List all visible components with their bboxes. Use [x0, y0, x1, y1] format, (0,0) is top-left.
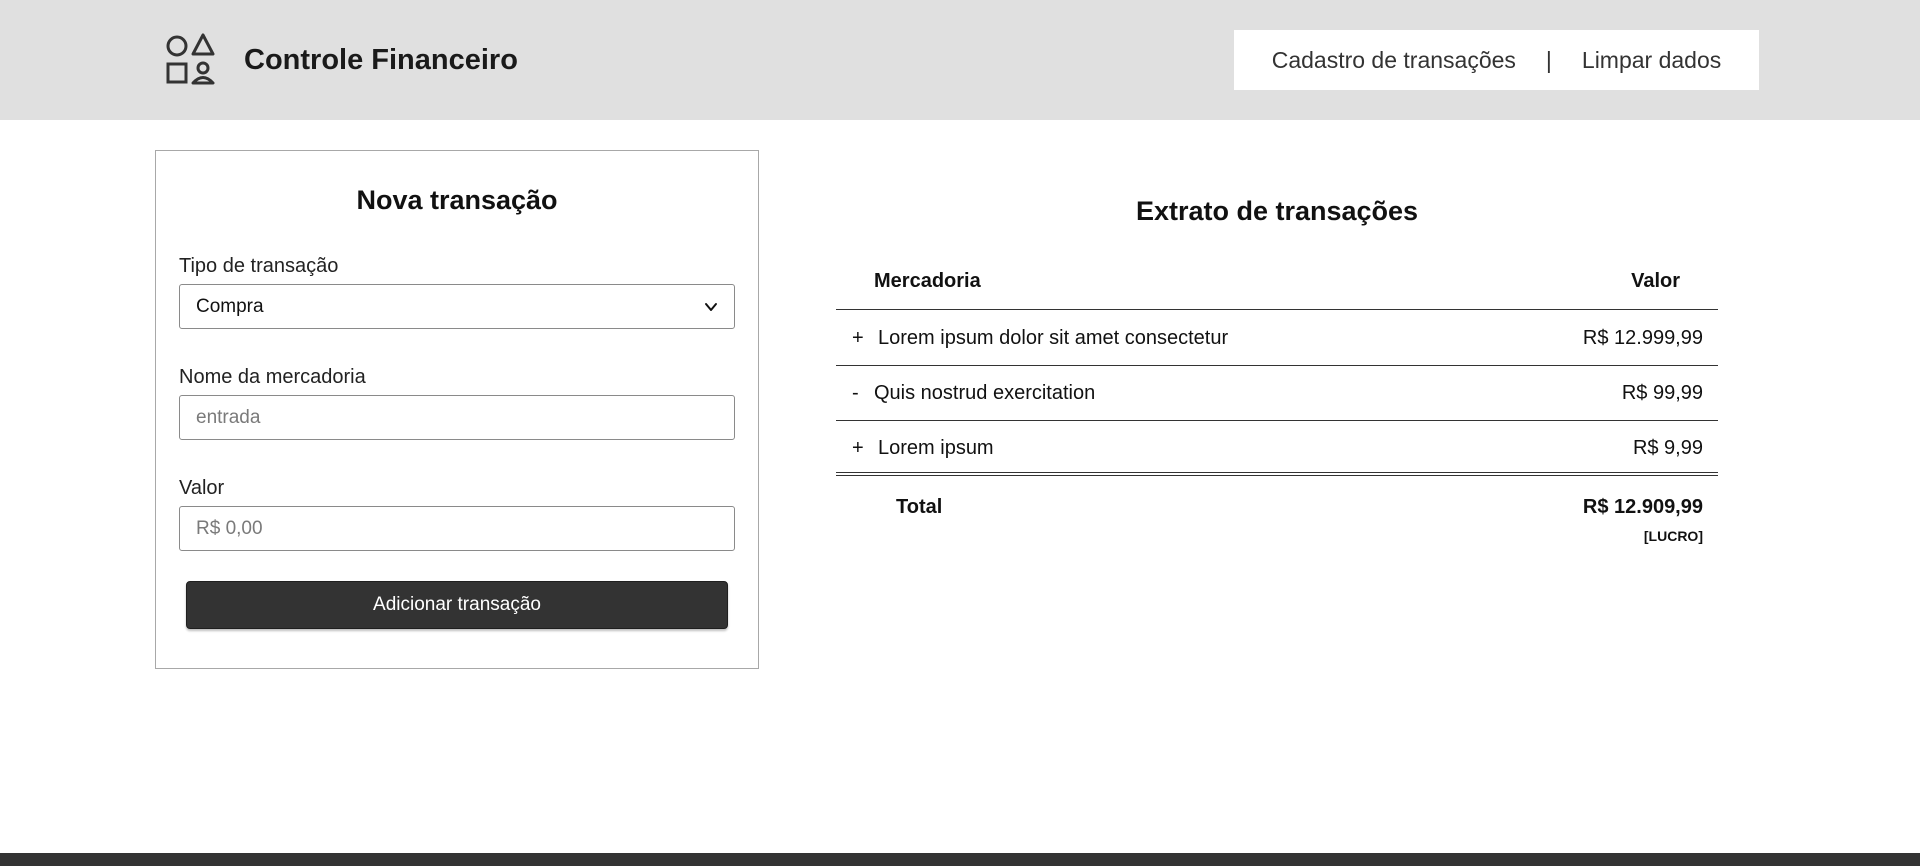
valor-input[interactable]	[179, 506, 735, 551]
row-value: R$ 9,99	[1632, 437, 1703, 459]
nome-input[interactable]	[179, 395, 735, 440]
table-row: + Lorem ipsum R$ 9,99	[836, 421, 1718, 476]
row-merchandise: Quis nostrud exercitation	[874, 382, 1096, 404]
chevron-down-icon	[705, 302, 717, 311]
row-value: R$ 99,99	[1621, 382, 1703, 404]
nav-separator: |	[1545, 46, 1552, 73]
column-header-merchandise: Mercadoria	[874, 270, 981, 292]
column-header-value: Valor	[1631, 270, 1680, 292]
total-status-badge: [LUCRO]	[1643, 528, 1703, 544]
header-nav: Cadastro de transações | Limpar dados	[1234, 30, 1759, 90]
statement-title: Extrato de transações	[1135, 196, 1419, 226]
nav-limpar-link[interactable]: Limpar dados	[1582, 47, 1721, 74]
row-sign: +	[852, 327, 864, 349]
form-title: Nova transação	[356, 185, 558, 215]
table-header: Mercadoria Valor	[836, 266, 1718, 310]
total-value: R$ 12.909,99	[1582, 496, 1703, 518]
tipo-select[interactable]: Compra	[179, 284, 735, 329]
row-merchandise: Lorem ipsum dolor sit amet consectetur	[878, 327, 1229, 349]
table-row: + Lorem ipsum dolor sit amet consectetur…	[836, 311, 1718, 366]
row-sign: -	[852, 382, 859, 404]
valor-label: Valor	[179, 477, 225, 499]
app-title: Controle Financeiro	[244, 43, 518, 76]
row-value: R$ 12.999,99	[1582, 327, 1703, 349]
shapes-icon	[166, 33, 215, 85]
nome-label: Nome da mercadoria	[179, 366, 366, 388]
app-header: Controle Financeiro Cadastro de transaçõ…	[0, 0, 1920, 120]
row-merchandise: Lorem ipsum	[878, 437, 994, 459]
tipo-selected-value: Compra	[196, 295, 264, 317]
total-label: Total	[896, 496, 943, 518]
table-row: - Quis nostrud exercitation R$ 99,99	[836, 366, 1718, 421]
tipo-label: Tipo de transação	[179, 255, 339, 277]
add-transaction-button[interactable]: Adicionar transação	[186, 581, 728, 629]
new-transaction-form: Nova transação Tipo de transação Compra …	[155, 150, 759, 669]
brand: Controle Financeiro	[160, 30, 518, 90]
page-footer	[0, 853, 1920, 866]
nav-cadastro-link[interactable]: Cadastro de transações	[1272, 47, 1516, 74]
row-sign: +	[852, 437, 864, 459]
